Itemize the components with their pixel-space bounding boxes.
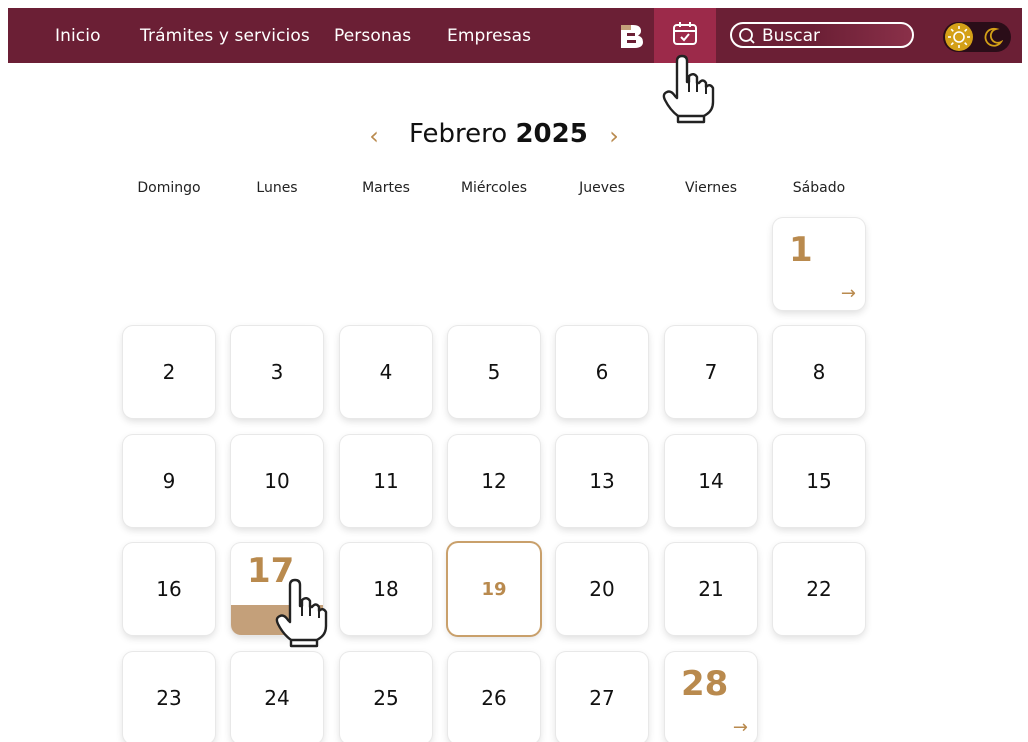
weekday-domingo: Domingo [137, 180, 201, 196]
day-cell-10[interactable]: 10 [231, 435, 323, 527]
day-cell-23[interactable]: 23 [123, 652, 215, 742]
day-number: 11 [373, 469, 399, 493]
weekday-martes: Martes [362, 180, 410, 196]
nav-link-empresas[interactable]: Empresas [447, 26, 531, 46]
day-cell-17-selected[interactable]: 17 [231, 543, 323, 635]
day-number: 13 [589, 469, 615, 493]
theme-toggle[interactable] [943, 22, 1011, 52]
day-number: 25 [373, 686, 399, 710]
nav-link-inicio[interactable]: Inicio [55, 26, 101, 46]
search-input[interactable]: Buscar [730, 22, 914, 48]
arrow-right-icon: → [732, 717, 748, 738]
day-cell-28[interactable]: 28 → [665, 652, 757, 742]
day-number: 3 [270, 360, 284, 384]
day-cell-7[interactable]: 7 [665, 326, 757, 418]
search-icon [739, 28, 755, 44]
day-cell-15[interactable]: 15 [773, 435, 865, 527]
day-cell-24[interactable]: 24 [231, 652, 323, 742]
day-cell-12[interactable]: 12 [448, 435, 540, 527]
day-number: 24 [264, 686, 290, 710]
day-cell-14[interactable]: 14 [665, 435, 757, 527]
day-cell-21[interactable]: 21 [665, 543, 757, 635]
day-number: 5 [487, 360, 501, 384]
arrow-right-icon: → [840, 283, 856, 304]
weekday-lunes: Lunes [256, 180, 298, 196]
day-cell-16[interactable]: 16 [123, 543, 215, 635]
day-cell-9[interactable]: 9 [123, 435, 215, 527]
prev-month-button[interactable]: ‹ [360, 118, 388, 154]
day-number: 18 [373, 577, 399, 601]
day-number: 23 [156, 686, 182, 710]
day-cell-27[interactable]: 27 [556, 652, 648, 742]
selected-indicator-bar [231, 605, 323, 635]
top-navbar: Inicio Trámites y servicios Personas Emp… [8, 8, 1022, 63]
day-cell-20[interactable]: 20 [556, 543, 648, 635]
day-cell-19-today[interactable]: 19 [448, 543, 540, 635]
day-number: 28 [681, 664, 729, 704]
day-number: 12 [481, 469, 507, 493]
day-cell-22[interactable]: 22 [773, 543, 865, 635]
day-number: 2 [162, 360, 176, 384]
day-cell-4[interactable]: 4 [340, 326, 432, 418]
day-number: 16 [156, 577, 182, 601]
day-cell-2[interactable]: 2 [123, 326, 215, 418]
weekday-jueves: Jueves [579, 180, 625, 196]
day-cell-18[interactable]: 18 [340, 543, 432, 635]
day-number: 17 [247, 551, 295, 591]
day-number: 21 [698, 577, 724, 601]
month-header: ‹ Febrero 2025 › [360, 118, 630, 154]
day-number: 19 [481, 578, 507, 600]
moon-icon[interactable] [983, 27, 1003, 47]
nav-link-personas[interactable]: Personas [334, 26, 411, 46]
calendar-button[interactable] [654, 8, 716, 63]
day-cell-5[interactable]: 5 [448, 326, 540, 418]
day-cell-26[interactable]: 26 [448, 652, 540, 742]
day-number: 7 [704, 360, 718, 384]
day-number: 10 [264, 469, 290, 493]
day-cell-11[interactable]: 11 [340, 435, 432, 527]
weekday-viernes: Viernes [684, 180, 738, 196]
weekday-miercoles: Miércoles [460, 180, 528, 196]
day-number: 4 [379, 360, 393, 384]
day-cell-25[interactable]: 25 [340, 652, 432, 742]
search-placeholder: Buscar [762, 26, 821, 46]
day-number: 15 [806, 469, 832, 493]
day-cell-1[interactable]: 1 → [773, 218, 865, 310]
day-number: 22 [806, 577, 832, 601]
day-cell-6[interactable]: 6 [556, 326, 648, 418]
month-name: Febrero [409, 119, 508, 149]
day-number: 26 [481, 686, 507, 710]
day-number: 9 [162, 469, 176, 493]
calendar-check-icon [673, 22, 697, 45]
next-month-button[interactable]: › [600, 118, 628, 154]
day-number: 8 [812, 360, 826, 384]
day-cell-3[interactable]: 3 [231, 326, 323, 418]
b-logo-icon[interactable] [619, 22, 645, 50]
nav-link-tramites[interactable]: Trámites y servicios [140, 26, 310, 46]
day-number: 14 [698, 469, 724, 493]
weekday-sabado: Sábado [792, 180, 846, 196]
day-number: 6 [595, 360, 609, 384]
day-number: 27 [589, 686, 615, 710]
day-number: 20 [589, 577, 615, 601]
sun-icon[interactable] [945, 23, 973, 51]
day-number: 1 [789, 230, 813, 270]
month-title: Febrero 2025 [409, 119, 588, 149]
day-cell-13[interactable]: 13 [556, 435, 648, 527]
year-label: 2025 [515, 119, 588, 149]
day-cell-8[interactable]: 8 [773, 326, 865, 418]
